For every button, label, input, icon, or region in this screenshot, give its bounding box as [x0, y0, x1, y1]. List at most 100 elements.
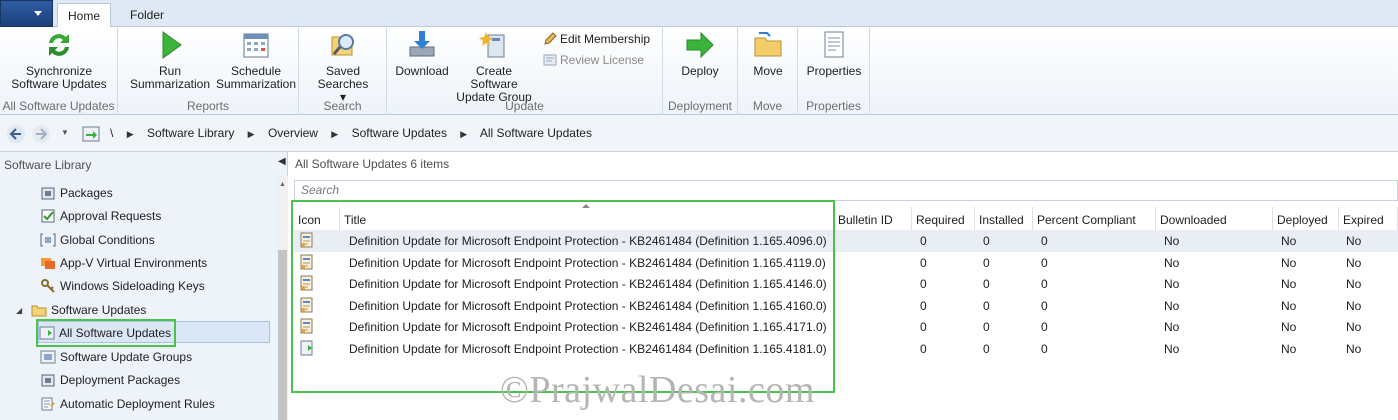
highlight-box-nav	[36, 319, 176, 347]
chevron-right-icon[interactable]: ▶	[331, 129, 338, 139]
breadcrumb-all-software-updates[interactable]: All Software Updates	[480, 126, 592, 140]
nav-item-software-update-groups[interactable]: Software Update Groups	[40, 346, 192, 368]
download-icon	[409, 31, 435, 57]
breadcrumb-overview[interactable]: Overview	[268, 126, 318, 140]
column-header-expired[interactable]: Expired	[1339, 207, 1398, 231]
cell-expired: No	[1346, 342, 1362, 356]
cell-downloaded: No	[1164, 298, 1180, 313]
keys-icon	[41, 279, 55, 293]
tab-folder[interactable]: Folder	[120, 3, 174, 28]
application-menu-button[interactable]	[0, 0, 53, 27]
cell-expired: No	[1346, 298, 1362, 313]
create-group-label-1: Create Software	[470, 64, 518, 91]
cell-installed: 0	[983, 234, 990, 248]
pencil-icon	[544, 32, 557, 45]
calendar-icon	[243, 33, 269, 58]
play-icon	[162, 31, 182, 59]
cell-required: 0	[920, 255, 927, 270]
saved-searches-icon	[331, 34, 354, 56]
cell-deployed: No	[1281, 255, 1297, 270]
cell-installed: 0	[983, 342, 990, 356]
rules-icon	[41, 397, 55, 411]
group-label-update: Update	[505, 99, 544, 113]
group-label-search: Search	[323, 99, 362, 113]
nav-item-label: Deployment Packages	[60, 373, 181, 387]
cell-installed: 0	[983, 255, 990, 270]
nav-item-global-conditions[interactable]: Global Conditions	[40, 229, 155, 251]
deploy-button[interactable]: Deploy	[669, 29, 731, 78]
download-button[interactable]: Download	[391, 29, 453, 78]
scroll-up-icon[interactable]: ▲	[279, 181, 286, 188]
breadcrumb-software-library[interactable]: Software Library	[147, 126, 234, 140]
nav-item-software-updates[interactable]: Software Updates	[31, 299, 146, 321]
license-icon	[543, 54, 557, 66]
edit-membership-button[interactable]: Edit Membership	[543, 31, 650, 47]
nav-item-automatic-deployment-rules[interactable]: Automatic Deployment Rules	[40, 393, 215, 415]
group-properties: Properties Properties	[798, 27, 870, 115]
create-software-update-group-button[interactable]: Create Software Update Group	[451, 29, 537, 104]
cell-percent: 0	[1041, 234, 1048, 248]
cell-percent: 0	[1041, 320, 1048, 335]
review-license-label: Review License	[560, 53, 645, 67]
collapse-pane-icon[interactable]: ◀	[278, 156, 286, 167]
nav-item-windows-sideloading-keys[interactable]: Windows Sideloading Keys	[40, 275, 205, 297]
create-group-icon	[479, 32, 505, 58]
cell-expired: No	[1346, 255, 1362, 270]
column-header-required[interactable]: Required	[912, 207, 975, 231]
appv-icon	[41, 258, 55, 269]
nav-scrollbar-thumb[interactable]	[278, 250, 287, 420]
cell-required: 0	[920, 320, 927, 335]
edit-membership-label: Edit Membership	[560, 32, 651, 46]
schedule-summarization-button[interactable]: Schedule Summarization	[214, 29, 298, 91]
ribbon-tab-bar: Home Folder	[0, 0, 1398, 28]
schedule-label-2: Summarization	[215, 77, 297, 91]
cell-percent: 0	[1041, 277, 1048, 292]
breadcrumb: \ ▶ Software Library ▶ Overview ▶ Softwa…	[110, 126, 602, 140]
column-header-percent-compliant[interactable]: Percent Compliant	[1033, 207, 1156, 231]
move-button[interactable]: Move	[744, 29, 792, 78]
column-header-downloaded[interactable]: Downloaded	[1156, 207, 1273, 231]
chevron-right-icon[interactable]: ▶	[248, 129, 255, 139]
forward-arrow-icon[interactable]	[31, 124, 51, 144]
run-summarization-button[interactable]: Run Summarization	[128, 29, 212, 91]
download-label: Download	[395, 64, 449, 78]
sync-icon	[49, 34, 69, 56]
update-group-icon	[40, 350, 56, 364]
column-header-bulletin-id[interactable]: Bulletin ID	[834, 207, 912, 231]
cell-deployed: No	[1281, 234, 1297, 248]
properties-button[interactable]: Properties	[804, 29, 864, 78]
breadcrumb-software-updates[interactable]: Software Updates	[352, 126, 447, 140]
cell-downloaded: No	[1164, 320, 1180, 335]
deploy-arrow-icon	[686, 31, 714, 59]
package-icon	[41, 374, 55, 387]
history-dropdown-icon[interactable]: ▼	[61, 128, 69, 137]
group-label-properties: Properties	[806, 99, 861, 113]
chevron-right-icon[interactable]: ▶	[127, 129, 134, 139]
breadcrumb-root[interactable]: \	[110, 126, 113, 140]
expand-collapse-icon[interactable]: ◢	[16, 306, 22, 315]
nav-item-deployment-packages[interactable]: Deployment Packages	[40, 369, 180, 391]
folder-icon	[31, 305, 47, 317]
nav-item-approval-requests[interactable]: Approval Requests	[40, 205, 161, 227]
approval-icon	[41, 209, 55, 223]
saved-searches-button[interactable]: Saved Searches ▾	[313, 29, 373, 104]
review-license-button[interactable]: Review License	[543, 52, 644, 68]
nav-item-app-v-virtual-environments[interactable]: App-V Virtual Environments	[40, 252, 207, 274]
cell-installed: 0	[983, 277, 990, 292]
move-folder-icon	[754, 32, 782, 57]
column-header-installed[interactable]: Installed	[975, 207, 1033, 231]
chevron-right-icon[interactable]: ▶	[460, 129, 467, 139]
back-arrow-icon[interactable]	[6, 124, 26, 144]
column-header-deployed[interactable]: Deployed	[1273, 207, 1339, 231]
address-bar: ▼ \ ▶ Software Library ▶ Overview ▶ Soft…	[0, 115, 1398, 152]
cell-deployed: No	[1281, 342, 1297, 356]
synchronize-software-updates-button[interactable]: Synchronize Software Updates	[4, 29, 114, 91]
navigation-pane-title: Software Library	[4, 158, 92, 172]
cell-expired: No	[1346, 320, 1362, 335]
group-move: Move Move	[738, 27, 798, 115]
group-label-reports: Reports	[186, 99, 230, 113]
search-input[interactable]: Search	[294, 180, 1398, 201]
tab-home[interactable]: Home	[57, 3, 112, 28]
nav-item-label: Software Update Groups	[60, 350, 193, 364]
nav-item-packages[interactable]: Packages	[40, 182, 113, 204]
